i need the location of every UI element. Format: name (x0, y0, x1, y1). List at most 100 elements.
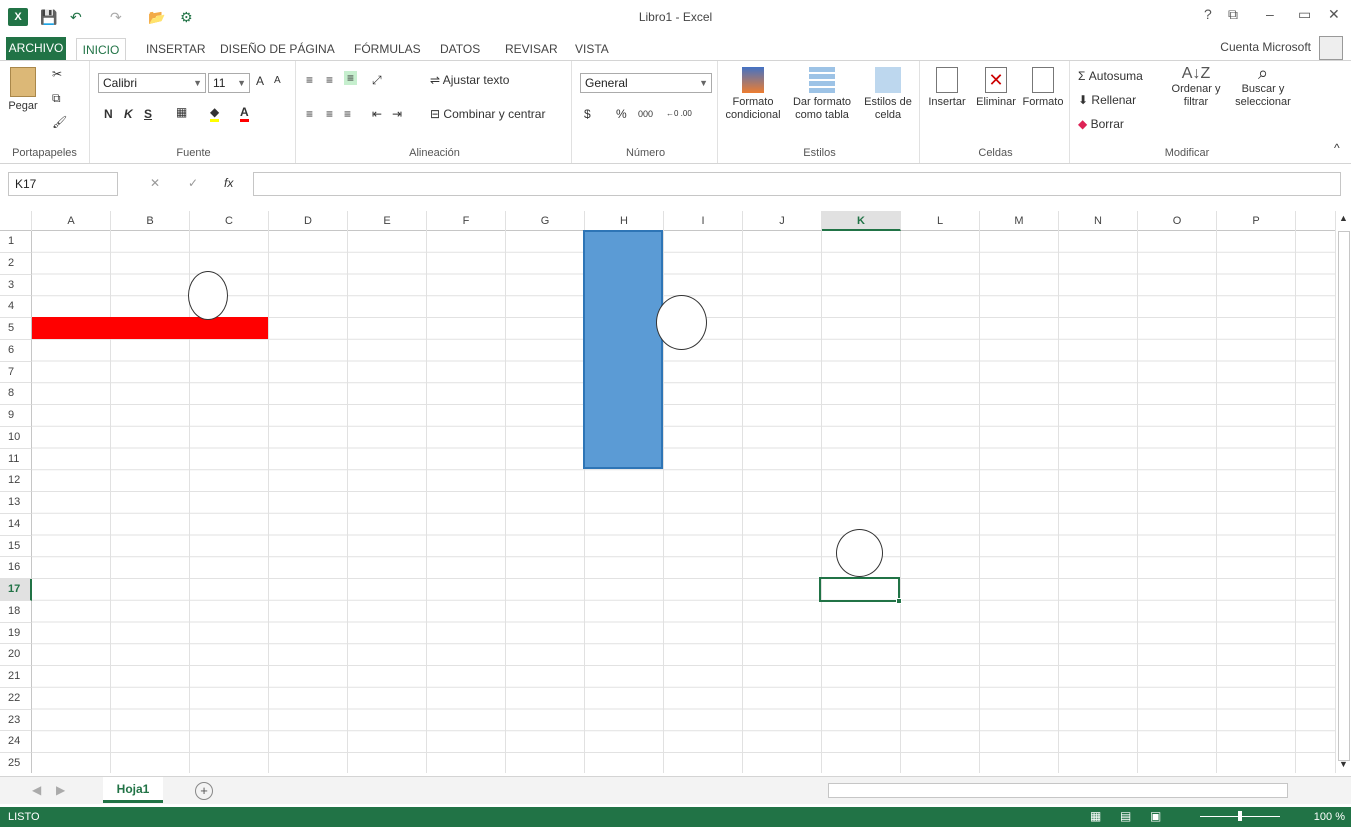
select-all-corner[interactable] (0, 211, 32, 231)
row-header[interactable]: 15 (0, 535, 32, 558)
column-header[interactable]: O (1138, 211, 1217, 231)
fill-color-icon[interactable]: ◆ (210, 105, 220, 122)
avatar[interactable] (1319, 36, 1343, 60)
row-header[interactable]: 10 (0, 426, 32, 449)
column-header[interactable]: J (743, 211, 822, 231)
italic-button[interactable]: K (124, 107, 133, 121)
fill-handle[interactable] (896, 598, 902, 604)
row-header[interactable]: 3 (0, 274, 32, 297)
column-header[interactable]: F (427, 211, 506, 231)
insert-function-button[interactable]: fx (224, 176, 233, 190)
format-cells-button[interactable]: Formato (1020, 67, 1066, 109)
row-header[interactable]: 16 (0, 557, 32, 579)
row-header[interactable]: 20 (0, 644, 32, 666)
copy-icon[interactable]: ⧉ (52, 91, 61, 106)
prev-sheet-icon[interactable]: ◀ (32, 783, 41, 797)
row-header[interactable]: 18 (0, 600, 32, 623)
tab-datos[interactable]: DATOS (440, 38, 480, 60)
active-cell-k17[interactable] (819, 577, 900, 602)
tab-inicio[interactable]: INICIO (76, 38, 126, 61)
row-header[interactable]: 11 (0, 448, 32, 471)
column-header[interactable]: A (32, 211, 111, 231)
circle-shape-2[interactable] (656, 295, 707, 350)
bold-button[interactable]: N (104, 107, 113, 121)
tab-vista[interactable]: VISTA (575, 38, 609, 60)
fill-button[interactable]: ⬇ Rellenar (1078, 93, 1136, 107)
column-header[interactable]: I (664, 211, 743, 231)
format-painter-icon[interactable]: 🖌 (52, 115, 67, 129)
decrease-indent-icon[interactable]: ⇤ (372, 107, 382, 121)
column-header[interactable]: M (980, 211, 1059, 231)
row-header[interactable]: 5 (0, 318, 32, 340)
page-layout-icon[interactable]: ▤ (1120, 809, 1131, 823)
cell-styles-button[interactable]: Estilos de celda (858, 67, 918, 122)
sort-filter-button[interactable]: A↓Z Ordenar y filtrar (1168, 66, 1224, 109)
column-header[interactable]: N (1059, 211, 1138, 231)
wrap-text-button[interactable]: ⇌ Ajustar texto (430, 73, 509, 87)
row-header[interactable]: 1 (0, 231, 32, 253)
align-left-icon[interactable]: ≡ (306, 107, 313, 121)
row-header[interactable]: 6 (0, 339, 32, 362)
align-top-icon[interactable]: ≡ (306, 73, 313, 87)
circle-shape-1[interactable] (188, 271, 228, 320)
next-sheet-icon[interactable]: ▶ (56, 783, 65, 797)
grow-font-icon[interactable]: A (256, 74, 264, 88)
vertical-scrollbar[interactable]: ▲ ▼ (1335, 211, 1351, 773)
column-header[interactable]: C (190, 211, 269, 231)
currency-button[interactable]: $ (584, 107, 591, 121)
add-sheet-button[interactable]: + (195, 782, 213, 800)
circle-shape-3[interactable] (836, 529, 883, 577)
row-header[interactable]: 21 (0, 666, 32, 688)
paste-button[interactable]: Pegar (6, 67, 40, 113)
clear-button[interactable]: ◆ Borrar (1078, 117, 1124, 131)
row-header[interactable]: 12 (0, 470, 32, 492)
align-right-icon[interactable]: ≡ (344, 107, 351, 121)
font-name-combo[interactable]: Calibri ▼ (98, 73, 206, 93)
percent-button[interactable]: % (616, 107, 627, 121)
row-header[interactable]: 2 (0, 252, 32, 275)
align-middle-icon[interactable]: ≡ (326, 73, 333, 87)
help-button[interactable]: ? (1204, 6, 1212, 22)
column-header[interactable]: H (585, 211, 664, 231)
tab-revisar[interactable]: REVISAR (505, 38, 558, 60)
row-header[interactable]: 22 (0, 687, 32, 710)
insert-cells-button[interactable]: Insertar (924, 67, 970, 109)
column-header[interactable]: P (1217, 211, 1296, 231)
vertical-scroll-thumb[interactable] (1338, 231, 1350, 761)
enter-icon[interactable]: ✓ (188, 176, 198, 190)
normal-view-icon[interactable]: ▦ (1090, 809, 1101, 823)
collapse-ribbon-icon[interactable]: ^ (1334, 141, 1340, 155)
row-header[interactable]: 24 (0, 731, 32, 753)
row-header[interactable]: 4 (0, 296, 32, 318)
name-box[interactable]: K17 (8, 172, 118, 196)
minimize-button[interactable]: – (1266, 6, 1274, 22)
merge-center-button[interactable]: ⊟ Combinar y centrar (430, 107, 545, 121)
font-size-combo[interactable]: 11 ▼ (208, 73, 250, 93)
row-header[interactable]: 7 (0, 361, 32, 384)
zoom-slider-thumb[interactable] (1238, 811, 1242, 821)
row-header[interactable]: 9 (0, 405, 32, 427)
tab-archivo[interactable]: ARCHIVO (6, 37, 66, 60)
close-button[interactable]: ✕ (1328, 6, 1340, 23)
number-format-combo[interactable]: General ▼ (580, 73, 712, 93)
sheet-tab-hoja1[interactable]: Hoja1 (103, 777, 163, 803)
row-header[interactable]: 23 (0, 709, 32, 732)
ribbon-display-icon[interactable]: ⧉ (1228, 6, 1238, 23)
borders-icon[interactable]: ▦ (176, 105, 187, 119)
horizontal-scrollbar[interactable] (828, 783, 1288, 798)
account-link[interactable]: Cuenta Microsoft (1220, 40, 1311, 54)
tab-diseno-pagina[interactable]: DISEÑO DE PÁGINA (220, 38, 335, 60)
column-header[interactable]: E (348, 211, 427, 231)
zoom-level[interactable]: 100 % (1314, 811, 1345, 823)
find-select-button[interactable]: ⌕ Buscar y seleccionar (1228, 64, 1298, 109)
row-header[interactable]: 19 (0, 622, 32, 645)
font-color-icon[interactable]: A (240, 105, 249, 122)
red-rectangle-shape[interactable] (32, 317, 268, 339)
page-break-icon[interactable]: ▣ (1150, 809, 1161, 823)
row-header[interactable]: 25 (0, 753, 32, 773)
autosum-button[interactable]: Σ Autosuma (1078, 69, 1143, 83)
delete-cells-button[interactable]: ✕ Eliminar (972, 67, 1020, 109)
column-header[interactable]: G (506, 211, 585, 231)
shrink-font-icon[interactable]: A (274, 75, 281, 86)
formula-input[interactable] (253, 172, 1341, 196)
